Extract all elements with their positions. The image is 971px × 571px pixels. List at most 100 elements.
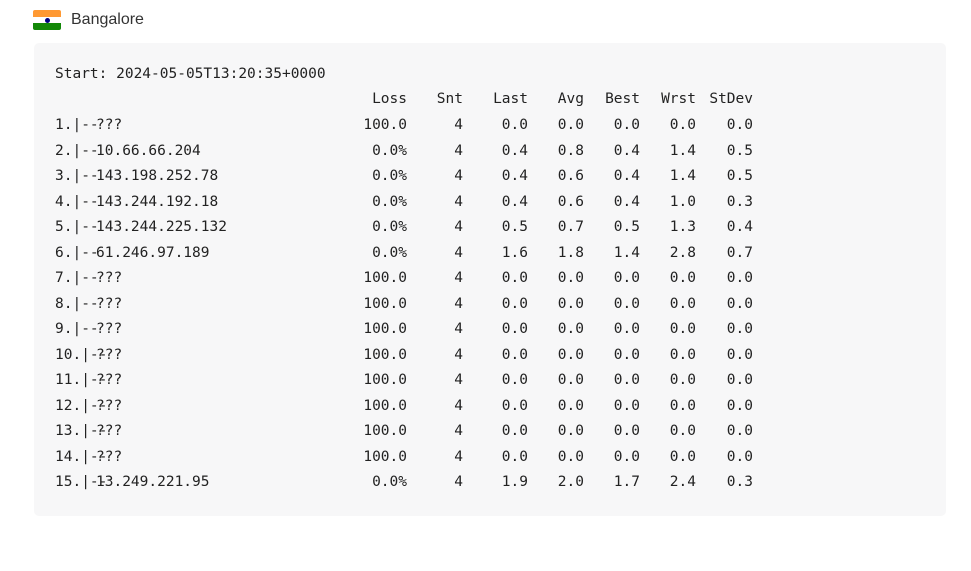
- hop-avg: 0.0: [557, 397, 584, 414]
- location-name: Bangalore: [71, 11, 144, 28]
- mtr-report-panel: Start: 2024-05-05T13:20:35+0000 Loss Snt…: [34, 43, 946, 516]
- hop-last: 0.0: [501, 321, 528, 337]
- hop-avg: 1.8: [557, 244, 584, 261]
- hop-avg: 0.7: [557, 219, 584, 235]
- hop-wrst: 0.0: [669, 423, 696, 439]
- hop-avg: 0.6: [557, 168, 584, 184]
- hop-wrst: 1.4: [669, 142, 696, 159]
- hop-wrst: 2.8: [669, 244, 696, 261]
- hop-number: 4.|--: [55, 193, 99, 210]
- hop-wrst: 0.0: [669, 397, 696, 414]
- hop-snt: 4: [454, 321, 463, 337]
- hop-snt: 4: [454, 372, 463, 388]
- hop-avg: 0.0: [557, 295, 584, 312]
- hop-last: 0.4: [501, 142, 528, 159]
- hop-host: 61.246.97.189: [96, 244, 210, 261]
- hop-wrst: 1.3: [669, 219, 696, 235]
- hop-best: 0.4: [613, 142, 640, 159]
- hop-stdev: 0.0: [726, 117, 753, 133]
- hop-snt: 4: [454, 142, 463, 159]
- hop-row: 15.|-- 13.249.221.95 0.0% 4 1.9 2.0 1.7 2.4 0.3: [34, 474, 934, 499]
- hop-host: ???: [96, 397, 123, 414]
- hop-stdev: 0.0: [726, 270, 753, 286]
- hop-snt: 4: [454, 423, 463, 439]
- hop-host: 143.244.192.18: [96, 193, 219, 210]
- hop-last: 0.0: [501, 117, 528, 133]
- hop-best: 0.4: [613, 193, 640, 210]
- hop-loss: 0.0%: [372, 142, 407, 159]
- hop-last: 0.0: [501, 372, 528, 388]
- hop-best: 0.0: [613, 270, 640, 286]
- hop-number: 5.|--: [55, 219, 99, 235]
- hop-number: 14.|--: [55, 448, 108, 465]
- hop-stdev: 0.0: [726, 346, 753, 363]
- hop-last: 0.5: [501, 219, 528, 235]
- hop-avg: 0.0: [557, 117, 584, 133]
- hop-row: 10.|--??? 100.0 4 0.0 0.0 0.0 0.0 0.0: [34, 347, 934, 372]
- hop-avg: 2.0: [557, 474, 584, 490]
- hop-number: 12.|--: [55, 397, 108, 414]
- hop-stdev: 0.0: [726, 397, 753, 414]
- hop-stdev: 0.3: [726, 474, 753, 490]
- hop-row: 3.|-- 143.198.252.78 0.0% 4 0.4 0.6 0.4 1.4 0.5: [34, 168, 934, 193]
- hop-loss: 0.0%: [372, 244, 407, 261]
- hop-loss: 100.0: [363, 295, 407, 312]
- hop-avg: 0.8: [557, 142, 584, 159]
- hop-best: 0.0: [613, 346, 640, 363]
- hop-row: 9.|--??? 100.0 4 0.0 0.0 0.0 0.0 0.0: [34, 321, 934, 346]
- hop-host: 13.249.221.95: [96, 474, 210, 490]
- hop-wrst: 0.0: [669, 346, 696, 363]
- start-timestamp: Start: 2024-05-05T13:20:35+0000: [55, 66, 326, 82]
- hop-stdev: 0.5: [726, 142, 753, 159]
- hop-wrst: 2.4: [669, 474, 696, 490]
- hop-snt: 4: [454, 270, 463, 286]
- hop-avg: 0.6: [557, 193, 584, 210]
- hop-best: 0.0: [613, 448, 640, 465]
- hop-host: 143.244.225.132: [96, 219, 227, 235]
- column-header-best: Best: [605, 91, 640, 107]
- hop-stdev: 0.0: [726, 423, 753, 439]
- hop-stdev: 0.0: [726, 295, 753, 312]
- hop-last: 0.0: [501, 295, 528, 312]
- hop-wrst: 0.0: [669, 117, 696, 133]
- hop-best: 1.7: [613, 474, 640, 490]
- hop-wrst: 0.0: [669, 270, 696, 286]
- hop-number: 3.|--: [55, 168, 99, 184]
- hop-loss: 100.0: [363, 372, 407, 388]
- hop-snt: 4: [454, 117, 463, 133]
- hop-loss: 0.0%: [372, 219, 407, 235]
- column-header-loss: Loss: [372, 91, 407, 107]
- hop-last: 0.0: [501, 448, 528, 465]
- hop-snt: 4: [454, 346, 463, 363]
- hop-row: 1.|--??? 100.0 4 0.0 0.0 0.0 0.0 0.0: [34, 117, 934, 142]
- hop-loss: 100.0: [363, 270, 407, 286]
- hop-snt: 4: [454, 168, 463, 184]
- hop-number: 13.|--: [55, 423, 108, 439]
- hop-snt: 4: [454, 448, 463, 465]
- hop-avg: 0.0: [557, 372, 584, 388]
- location-header: Bangalore: [33, 8, 144, 32]
- hop-host: ???: [96, 423, 123, 439]
- hop-last: 0.0: [501, 346, 528, 363]
- hop-snt: 4: [454, 295, 463, 312]
- hop-avg: 0.0: [557, 321, 584, 337]
- hop-wrst: 0.0: [669, 448, 696, 465]
- hop-wrst: 1.0: [669, 193, 696, 210]
- hop-loss: 0.0%: [372, 193, 407, 210]
- hop-number: 10.|--: [55, 346, 108, 363]
- hop-stdev: 0.5: [726, 168, 753, 184]
- hop-best: 1.4: [613, 244, 640, 261]
- hop-avg: 0.0: [557, 270, 584, 286]
- hop-number: 1.|--: [55, 117, 99, 133]
- column-header-row: Loss Snt Last Avg Best Wrst StDev: [34, 91, 934, 116]
- hop-number: 11.|--: [55, 372, 108, 388]
- hop-best: 0.0: [613, 372, 640, 388]
- hop-number: 9.|--: [55, 321, 99, 337]
- hop-number: 8.|--: [55, 295, 99, 312]
- hop-row: 5.|-- 143.244.225.132 0.0% 4 0.5 0.7 0.5 1.3 0.4: [34, 219, 934, 244]
- hop-loss: 100.0: [363, 346, 407, 363]
- column-header-snt: Snt: [436, 91, 463, 107]
- hop-last: 0.0: [501, 397, 528, 414]
- hop-best: 0.0: [613, 321, 640, 337]
- hop-host: 10.66.66.204: [96, 142, 201, 159]
